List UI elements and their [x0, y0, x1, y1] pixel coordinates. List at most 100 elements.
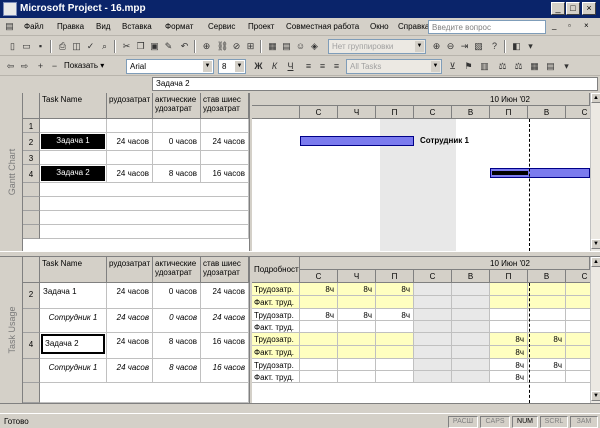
remaining-work-cell[interactable]: 24 часов	[201, 133, 249, 151]
usage-value-cell[interactable]	[376, 333, 414, 346]
usage-value-cell[interactable]: 8ч	[490, 333, 528, 346]
empty-row[interactable]	[40, 211, 249, 225]
usage-value-cell[interactable]	[566, 296, 590, 309]
usage-value-cell[interactable]	[300, 333, 338, 346]
arrow-left-icon[interactable]: ⇦	[4, 60, 17, 73]
remaining-work-cell[interactable]: 16 часов	[201, 359, 249, 383]
actual-work-cell[interactable]	[153, 151, 201, 165]
task-name-cell[interactable]	[40, 151, 107, 165]
usage-value-cell[interactable]	[490, 296, 528, 309]
usage-value-cell[interactable]	[338, 333, 376, 346]
task-name-cell[interactable]: Задача 1	[40, 283, 107, 309]
usage-value-cell[interactable]: 8ч	[338, 283, 376, 296]
help-icon[interactable]: ?	[488, 40, 501, 53]
usage-value-cell[interactable]	[338, 346, 376, 359]
save-icon[interactable]: ▪	[34, 40, 47, 53]
timescale-major[interactable]: 10 Июн '02	[252, 93, 590, 106]
arrow-right-icon[interactable]: ⇨	[18, 60, 31, 73]
doc-minimize-button[interactable]: _	[552, 21, 556, 30]
zoom-out-icon[interactable]: ⊖	[444, 40, 457, 53]
empty-row[interactable]	[40, 183, 249, 197]
row-number[interactable]: 4	[23, 333, 40, 359]
usage-value-cell[interactable]	[566, 321, 590, 333]
help-search-input[interactable]: Введите вопрос	[428, 20, 546, 34]
print-preview-icon[interactable]: ◫	[70, 40, 83, 53]
menu-collaborate[interactable]: Совместная работа	[286, 22, 359, 31]
usage-value-cell[interactable]	[490, 283, 528, 296]
usage-value-cell[interactable]	[338, 359, 376, 371]
assign-resources-icon[interactable]: ☺	[294, 40, 307, 53]
unlink-tasks-icon[interactable]: ⊘	[230, 40, 243, 53]
menu-window[interactable]: Окно	[370, 22, 389, 31]
usage-value-cell[interactable]	[452, 296, 490, 309]
menu-project[interactable]: Проект	[248, 22, 274, 31]
scroll-down-icon[interactable]: ▼	[591, 239, 600, 249]
task-name-cell[interactable]: Задача 1	[40, 133, 107, 151]
options-icon[interactable]: ▾	[560, 60, 573, 73]
gantt-side-label[interactable]: Gantt Chart	[0, 93, 23, 251]
align-left-icon[interactable]: ≡	[302, 60, 315, 73]
row-number[interactable]: 2	[23, 283, 40, 309]
scroll-down-icon[interactable]: ▼	[591, 391, 600, 401]
remaining-work-cell[interactable]: 16 часов	[201, 333, 249, 359]
show-menu[interactable]: Показать ▾	[64, 61, 104, 70]
usage-value-cell[interactable]	[490, 309, 528, 321]
column-header-remaining-work[interactable]: став шиес удозатрат	[201, 93, 249, 119]
italic-button[interactable]: К	[268, 60, 281, 73]
cut-icon[interactable]: ✂	[120, 40, 133, 53]
print-icon[interactable]: ⎙	[56, 40, 69, 53]
usage-value-cell[interactable]	[452, 359, 490, 371]
menu-file[interactable]: Файл	[24, 22, 44, 31]
spelling-icon[interactable]: ✓	[84, 40, 97, 53]
usage-value-cell[interactable]	[414, 309, 452, 321]
usage-value-cell[interactable]	[452, 371, 490, 383]
usage-value-cell[interactable]	[414, 371, 452, 383]
row-number[interactable]	[23, 359, 40, 383]
usage-value-cell[interactable]	[414, 346, 452, 359]
doc-close-button[interactable]: ×	[584, 21, 589, 30]
doc-restore-button[interactable]: ▫	[568, 21, 571, 30]
usage-value-cell[interactable]	[452, 309, 490, 321]
column-header-task-name[interactable]: Task Name	[40, 93, 107, 119]
usage-value-cell[interactable]	[338, 371, 376, 383]
format-painter-icon[interactable]: ✎	[162, 40, 175, 53]
copy-picture-icon[interactable]: ▧	[472, 40, 485, 53]
usage-value-cell[interactable]	[376, 296, 414, 309]
font-select[interactable]: Arial ▼	[126, 59, 214, 74]
usage-value-cell[interactable]	[528, 346, 566, 359]
usage-value-cell[interactable]	[376, 359, 414, 371]
minimize-button[interactable]: _	[551, 2, 565, 15]
work-cell[interactable]: 24 часов	[107, 309, 153, 333]
scroll-up-icon[interactable]: ▲	[591, 93, 600, 103]
scroll-up-icon[interactable]: ▲	[591, 257, 600, 267]
work-cell[interactable]: 24 часов	[107, 333, 153, 359]
menu-edit[interactable]: Правка	[57, 22, 84, 31]
timescale-major[interactable]: 10 Июн '02	[300, 257, 590, 270]
align-center-icon[interactable]: ≡	[316, 60, 329, 73]
usage-value-cell[interactable]: 8ч	[376, 309, 414, 321]
usage-value-cell[interactable]	[300, 346, 338, 359]
open-icon[interactable]: ▭	[20, 40, 33, 53]
usage-value-cell[interactable]	[528, 309, 566, 321]
hyperlink-icon[interactable]: ⊕	[200, 40, 213, 53]
column-header-work[interactable]: рудозатрат	[107, 93, 153, 119]
task-name-cell[interactable]	[40, 119, 107, 133]
empty-row[interactable]	[40, 383, 249, 403]
report-icon[interactable]: ▤	[544, 60, 557, 73]
remaining-work-cell[interactable]	[201, 119, 249, 133]
gantt-bar-task-1[interactable]	[300, 136, 414, 146]
document-icon[interactable]: ▤	[3, 20, 16, 33]
assignment-name-cell[interactable]: Сотрудник 1	[40, 309, 107, 333]
actual-work-cell[interactable]: 0 часов	[153, 133, 201, 151]
actual-work-cell[interactable]	[153, 119, 201, 133]
row-number[interactable]: 4	[23, 165, 40, 183]
column-header-actual-work[interactable]: актические удозатрат	[153, 257, 201, 283]
close-button[interactable]: ×	[582, 2, 596, 15]
details-column-header[interactable]: Подробност	[252, 257, 300, 283]
column-header-task-name[interactable]: Task Name	[40, 257, 107, 283]
usage-value-cell[interactable]	[414, 283, 452, 296]
work-cell[interactable]: 24 часов	[107, 165, 153, 183]
zoom-in-icon[interactable]: ⊕	[430, 40, 443, 53]
research-icon[interactable]: ⌕	[98, 40, 111, 53]
task-info-icon[interactable]: ▦	[266, 40, 279, 53]
